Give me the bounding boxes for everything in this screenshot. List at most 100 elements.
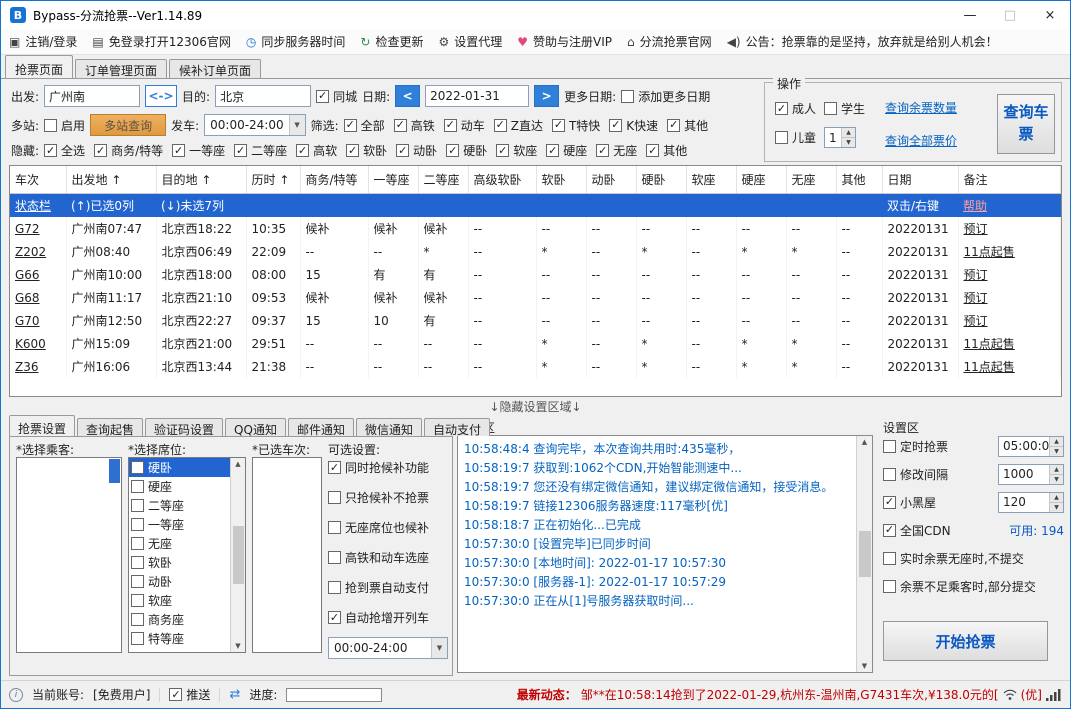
seat-option[interactable]: 特等座: [129, 629, 230, 648]
student-checkbox[interactable]: 学生: [824, 100, 865, 117]
train-type-checkbox[interactable]: 动车: [443, 117, 485, 134]
settings-tab[interactable]: 抢票设置: [9, 415, 76, 436]
settings-tab[interactable]: 自动支付: [423, 418, 490, 437]
grab-time-range-combo[interactable]: 00:00-24:00 ▼: [328, 637, 448, 659]
setting-spinner[interactable]: 120 ▲ ▼: [998, 491, 1064, 513]
arrow-down-icon[interactable]: ▼: [235, 642, 240, 650]
column-header[interactable]: 历时 ↑: [246, 166, 301, 194]
settings-tab[interactable]: QQ通知: [225, 418, 286, 437]
setting-checkbox[interactable]: 余票不足乘客时,部分提交: [883, 578, 1036, 595]
hide-column-checkbox[interactable]: 无座: [596, 142, 637, 159]
query-all-prices-link[interactable]: 查询全部票价: [885, 132, 967, 149]
train-number-link[interactable]: K600: [10, 332, 67, 355]
toolbar-button[interactable]: ↻ 检查更新: [360, 33, 423, 50]
option-checkbox[interactable]: 同时抢候补功能: [328, 459, 450, 476]
train-number-link[interactable]: G66: [10, 263, 67, 286]
multi-station-query-button[interactable]: 多站查询: [90, 114, 167, 136]
hide-column-checkbox[interactable]: 商务/特等: [94, 142, 163, 159]
toolbar-button[interactable]: ♥ 赞助与注册VIP: [517, 33, 612, 50]
push-checkbox[interactable]: 推送: [169, 686, 210, 703]
spinner-arrows[interactable]: ▲ ▼: [1049, 492, 1063, 512]
passenger-list-scrollbar[interactable]: [109, 459, 120, 483]
column-header[interactable]: 日期: [882, 166, 959, 194]
output-log[interactable]: 10:58:48:4 查询完毕，本次查询共用时:435毫秒， 10:58:19:7…: [457, 435, 873, 673]
hide-column-checkbox[interactable]: 一等座: [172, 142, 225, 159]
remark-link[interactable]: 11点起售: [958, 240, 1061, 263]
adult-checkbox[interactable]: 成人: [775, 100, 816, 117]
option-checkbox[interactable]: 无座席位也候补: [328, 519, 450, 536]
setting-spinner[interactable]: 1000 ▲ ▼: [998, 463, 1064, 485]
column-header[interactable]: 一等座: [368, 166, 419, 194]
train-row[interactable]: Z202 广州08:40 北京西06:49 22:09 -- -- * -- * -- * -- * * -…: [10, 240, 1061, 263]
arrow-down-icon[interactable]: ▼: [842, 138, 856, 147]
train-type-checkbox[interactable]: 高铁: [393, 117, 435, 134]
column-header[interactable]: 车次: [10, 166, 67, 194]
seat-option[interactable]: 无座: [129, 534, 230, 553]
train-row[interactable]: G70 广州南12:50 北京西22:27 09:37 15 10 有 -- -- -- -- -- -…: [10, 309, 1061, 332]
train-type-checkbox[interactable]: K快速: [609, 117, 658, 134]
main-tab[interactable]: 订单管理页面: [75, 59, 168, 78]
maximize-button[interactable]: □: [990, 1, 1030, 29]
query-remaining-tickets-link[interactable]: 查询余票数量: [885, 99, 967, 116]
selected-trains-listbox[interactable]: [252, 457, 322, 653]
seat-option[interactable]: 商务座: [129, 610, 230, 629]
column-header[interactable]: 商务/特等: [300, 166, 369, 194]
column-header[interactable]: 硬座: [736, 166, 787, 194]
train-type-checkbox[interactable]: Z直达: [493, 117, 543, 134]
hide-column-checkbox[interactable]: 全选: [44, 142, 85, 159]
seat-option[interactable]: 软座: [129, 591, 230, 610]
hide-column-checkbox[interactable]: 其他: [646, 142, 687, 159]
train-type-checkbox[interactable]: 其他: [667, 117, 708, 134]
option-checkbox[interactable]: 自动抢增开列车: [328, 609, 450, 626]
train-number-link[interactable]: G70: [10, 309, 67, 332]
column-header[interactable]: 目的地 ↑: [156, 166, 247, 194]
main-tab[interactable]: 抢票页面: [5, 55, 74, 78]
setting-checkbox[interactable]: 定时抢票: [883, 438, 948, 455]
column-header[interactable]: 硬卧: [636, 166, 687, 194]
train-type-checkbox[interactable]: 全部: [343, 117, 385, 134]
close-button[interactable]: ×: [1030, 1, 1070, 29]
option-checkbox[interactable]: 抢到票自动支付: [328, 579, 450, 596]
arrow-up-icon[interactable]: ▲: [235, 460, 240, 468]
hide-column-checkbox[interactable]: 二等座: [234, 142, 287, 159]
main-tab[interactable]: 候补订单页面: [169, 59, 262, 78]
arrow-up-icon[interactable]: ▲: [1050, 492, 1063, 503]
settings-tab[interactable]: 微信通知: [355, 418, 422, 437]
train-number-link[interactable]: Z36: [10, 355, 67, 378]
enable-multi-checkbox[interactable]: 启用: [44, 117, 85, 134]
remark-link[interactable]: 预订: [958, 263, 1061, 286]
toolbar-button[interactable]: ◷ 同步服务器时间: [246, 33, 346, 50]
arrow-up-icon[interactable]: ▲: [842, 128, 856, 138]
seat-option[interactable]: 一等座: [129, 515, 230, 534]
remark-link[interactable]: 预订: [958, 286, 1061, 309]
remark-link[interactable]: 11点起售: [958, 332, 1061, 355]
setting-checkbox[interactable]: 实时余票无座时,不提交: [883, 550, 1024, 567]
arrow-down-icon[interactable]: ▼: [1050, 474, 1063, 484]
column-header[interactable]: 软座: [686, 166, 737, 194]
remark-link[interactable]: 11点起售: [958, 355, 1061, 378]
seat-option[interactable]: 二等座: [129, 496, 230, 515]
option-checkbox[interactable]: 只抢候补不抢票: [328, 489, 450, 506]
same-city-checkbox[interactable]: 同城: [316, 88, 357, 105]
train-row[interactable]: G66 广州南10:00 北京西18:00 08:00 15 有有 -- -- -- -- -- --…: [10, 263, 1061, 286]
column-header[interactable]: 高级软卧: [468, 166, 537, 194]
scrollbar-thumb[interactable]: [858, 531, 871, 577]
hide-column-checkbox[interactable]: 硬卧: [446, 142, 487, 159]
passenger-listbox[interactable]: [16, 457, 122, 653]
arrow-down-icon[interactable]: ▼: [862, 662, 867, 670]
train-type-checkbox[interactable]: T特快: [551, 117, 600, 134]
train-row[interactable]: G68 广州南11:17 北京西21:10 09:53 候补 候补 候补 -- -- -- -- --…: [10, 286, 1061, 309]
arrow-down-icon[interactable]: ▼: [1050, 502, 1063, 512]
train-number-link[interactable]: Z202: [10, 240, 67, 263]
hide-column-checkbox[interactable]: 软座: [496, 142, 537, 159]
setting-checkbox[interactable]: 全国CDN: [883, 522, 951, 539]
scrollbar-thumb[interactable]: [232, 526, 244, 584]
train-row[interactable]: Z36 广州16:06 北京西13:44 21:38 -- -- -- -- * -- * -- * * -…: [10, 355, 1061, 378]
toolbar-button[interactable]: ⌂ 分流抢票官网: [627, 33, 712, 50]
status-row[interactable]: 状态栏 (↑)已选0列 (↓)未选7列 双击/右键 帮助: [10, 193, 1061, 217]
depart-time-combo[interactable]: 00:00-24:00 ▼: [204, 114, 306, 136]
depart-input[interactable]: 广州南: [44, 85, 141, 107]
spinner-arrows[interactable]: ▲ ▼: [1049, 436, 1063, 456]
setting-checkbox[interactable]: 修改间隔: [883, 466, 948, 483]
seat-option[interactable]: 硬座: [129, 477, 230, 496]
